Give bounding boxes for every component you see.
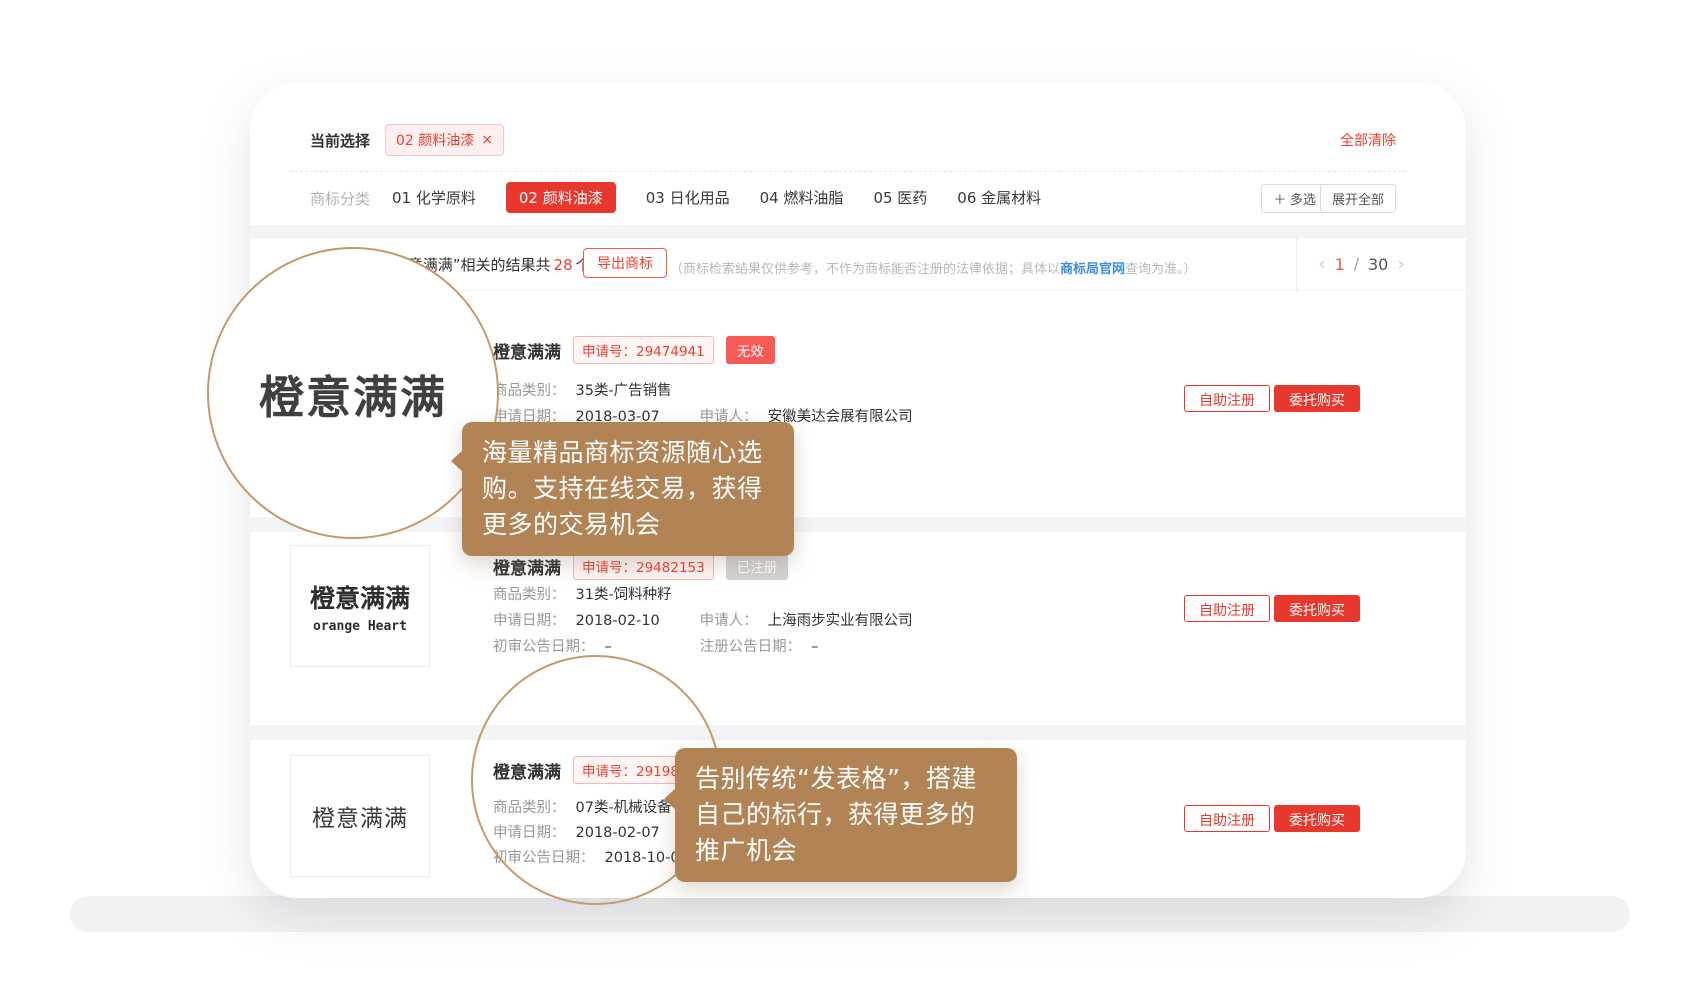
first-pub-label: 初审公告日期：	[493, 639, 595, 655]
result-row-1-title: 橙意满满 申请号：29474941 无效	[493, 336, 775, 364]
result-row-2-category: 商品类别： 31类-饲料种籽	[493, 583, 672, 604]
prev-page-icon[interactable]: ‹	[1318, 255, 1326, 274]
tab-03-daily[interactable]: 03 日化用品	[646, 187, 730, 208]
application-number-tag: 申请号：29482153	[573, 552, 714, 580]
result-row-2-title: 橙意满满 申请号：29482153 已注册	[493, 552, 788, 580]
entrust-buy-button[interactable]: 委托购买	[1274, 385, 1360, 412]
category-tabs: 01 化学原料 02 颜料油漆 03 日化用品 04 燃料油脂 05 医药 06…	[392, 182, 1041, 212]
multi-select-button[interactable]: ＋ 多选	[1261, 184, 1328, 213]
clear-all-link[interactable]: 全部清除	[1340, 130, 1396, 150]
next-page-icon[interactable]: ›	[1397, 255, 1405, 274]
disclaimer-post: 查询为准。）	[1125, 262, 1197, 277]
section-gap	[250, 725, 1466, 740]
tooltip-marketplace-text: 海量精品商标资源随心选购。支持在线交易，获得更多的交易机会	[482, 438, 763, 539]
trademark-image-text: 橙意满满	[312, 799, 408, 833]
self-register-button[interactable]: 自助注册	[1184, 385, 1270, 412]
page: 当前选择 02 颜料油漆 × 全部清除 商标分类 01 化学原料 02 颜料油漆…	[0, 0, 1696, 1002]
result-row-2-dates: 申请日期：2018-02-10 申请人：上海雨步实业有限公司	[493, 609, 902, 630]
status-badge: 无效	[726, 336, 775, 364]
apply-date-label: 申请日期：	[493, 613, 566, 629]
tab-01-chemical[interactable]: 01 化学原料	[392, 187, 476, 208]
application-number-tag: 申请号：29474941	[573, 336, 714, 364]
tab-04-fuel[interactable]: 04 燃料油脂	[760, 187, 844, 208]
page-separator: /	[1354, 255, 1359, 273]
trademark-name[interactable]: 橙意满满	[493, 554, 561, 579]
tooltip-marketplace: 海量精品商标资源随心选购。支持在线交易，获得更多的交易机会	[462, 422, 794, 556]
tooltip-arrow-icon	[451, 450, 463, 472]
trademark-image-text: 橙意满满	[310, 579, 410, 615]
app-no-label: 申请号：	[582, 344, 636, 360]
tooltip-arrow-icon	[664, 788, 676, 810]
reg-pub-value: –	[811, 639, 818, 655]
app-no-value: 29482153	[636, 560, 705, 576]
trademark-office-link[interactable]: 商标局官网	[1060, 262, 1125, 277]
apply-date-value: 2018-02-10	[576, 613, 660, 629]
disclaimer-pre: （商标检索结果仅供参考，不作为商标能否注册的法律依据；具体以	[670, 262, 1060, 277]
applicant-label: 申请人：	[700, 613, 758, 629]
expand-all-button[interactable]: 展开全部	[1320, 184, 1396, 213]
laptop-base	[70, 896, 1630, 932]
tab-02-paint[interactable]: 02 颜料油漆	[506, 182, 616, 213]
first-pub-value: –	[605, 639, 612, 655]
trademark-image: 橙意满满	[290, 755, 430, 877]
tab-05-medicine[interactable]: 05 医药	[873, 187, 927, 208]
total-pages: 30	[1368, 255, 1388, 274]
entrust-buy-button[interactable]: 委托购买	[1274, 805, 1360, 832]
result-row-1-category: 商品类别： 35类-广告销售	[493, 379, 672, 400]
tooltip-promotion: 告别传统“发表格”，搭建自己的标行，获得更多的推广机会	[675, 748, 1017, 882]
self-register-button[interactable]: 自助注册	[1184, 805, 1270, 832]
section-gap	[250, 517, 1466, 532]
category-field-label: 商品类别：	[493, 587, 566, 603]
export-trademarks-button[interactable]: 导出商标	[583, 248, 667, 278]
tooltip-promotion-text: 告别传统“发表格”，搭建自己的标行，获得更多的推广机会	[695, 764, 977, 865]
disclaimer-text: （商标检索结果仅供参考，不作为商标能否注册的法律依据；具体以商标局官网查询为准。…	[670, 258, 1197, 277]
tab-06-metal[interactable]: 06 金属材料	[957, 187, 1041, 208]
results-count: 28	[554, 256, 573, 274]
app-no-value: 29474941	[636, 344, 705, 360]
trademark-image: 橙意满满 orange Heart	[290, 545, 430, 667]
app-no-label: 申请号：	[582, 560, 636, 576]
current-page: 1	[1335, 255, 1345, 274]
dashed-divider	[290, 171, 1406, 172]
close-icon[interactable]: ×	[481, 133, 493, 147]
result-row-2-publications: 初审公告日期：– 注册公告日期：–	[493, 635, 902, 656]
status-badge: 已注册	[726, 552, 789, 580]
category-field-value: 31类-饲料种籽	[576, 587, 672, 603]
current-selection-label: 当前选择	[310, 130, 370, 151]
self-register-button[interactable]: 自助注册	[1184, 595, 1270, 622]
trademark-name[interactable]: 橙意满满	[493, 338, 561, 363]
selected-filter-tag[interactable]: 02 颜料油漆 ×	[385, 124, 504, 156]
magnifier-circle: 橙意满满	[207, 247, 499, 539]
category-label: 商标分类	[310, 188, 370, 209]
reg-pub-label: 注册公告日期：	[700, 639, 802, 655]
category-field-label: 商品类别：	[493, 383, 566, 399]
section-gap	[250, 225, 1466, 238]
magnified-trademark-text: 橙意满满	[259, 361, 447, 426]
entrust-buy-button[interactable]: 委托购买	[1274, 595, 1360, 622]
selected-filter-tag-label: 02 颜料油漆	[396, 130, 474, 150]
trademark-image-subtext: orange Heart	[313, 619, 407, 634]
category-field-value: 35类-广告销售	[576, 383, 672, 399]
applicant-value: 上海雨步实业有限公司	[768, 613, 913, 629]
pagination: ‹ 1 / 30 ›	[1296, 238, 1426, 290]
